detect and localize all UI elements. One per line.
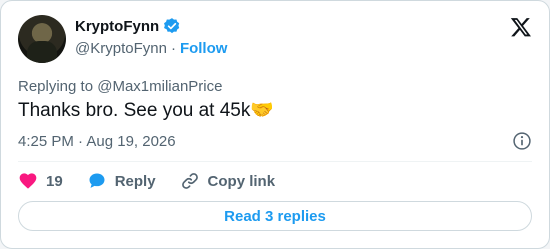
x-logo-icon[interactable]	[510, 16, 532, 38]
read-replies-button[interactable]: Read 3 replies	[18, 201, 532, 231]
divider	[18, 161, 532, 162]
reply-bubble-icon	[89, 173, 105, 188]
separator-dot: ·	[170, 40, 176, 57]
copy-link-button[interactable]: Copy link	[180, 171, 276, 191]
action-bar: 19 Reply Copy link	[18, 171, 299, 191]
replying-to-mention[interactable]: @Max1milianPrice	[97, 78, 222, 95]
reply-button[interactable]: Reply	[87, 171, 156, 191]
replying-prefix: Replying to	[18, 78, 98, 95]
follow-button[interactable]: Follow	[180, 40, 228, 57]
verified-badge-icon	[164, 18, 180, 34]
tweet-body: Thanks bro. See you at 45k	[18, 100, 251, 121]
replying-to-line: Replying to @Max1milianPrice	[18, 78, 222, 95]
info-icon[interactable]	[512, 131, 532, 151]
author-handle[interactable]: @KryptoFynn	[75, 40, 167, 57]
handshake-emoji: 🤝	[250, 100, 275, 121]
reply-label: Reply	[114, 172, 156, 190]
timestamp[interactable]: 4:25 PM · Aug 19, 2026	[18, 133, 176, 150]
tweet-card: KryptoFynn @KryptoFynn · Follow Replying…	[0, 0, 550, 249]
copy-link-label: Copy link	[207, 172, 276, 190]
author-name-row: KryptoFynn	[75, 17, 181, 35]
author-name[interactable]: KryptoFynn	[75, 18, 159, 35]
handle-row: @KryptoFynn · Follow	[75, 40, 227, 57]
avatar[interactable]	[18, 15, 66, 63]
heart-icon	[19, 173, 37, 189]
like-count: 19	[46, 172, 63, 190]
link-icon	[181, 173, 198, 189]
like-button[interactable]: 19	[18, 171, 63, 191]
tweet-text: Thanks bro. See you at 45k🤝	[18, 98, 274, 122]
